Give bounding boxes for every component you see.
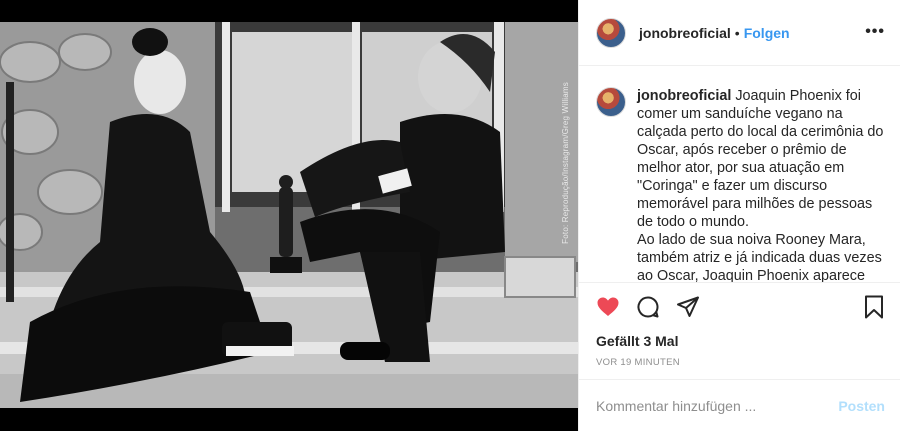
action-icons-row (596, 295, 886, 321)
bookmark-icon[interactable] (862, 295, 886, 319)
caption-text: jonobreoficial Joaquin Phoenix foi comer… (637, 87, 885, 282)
post-header: jonobreoficial • Folgen ••• (579, 0, 900, 66)
post-media[interactable]: Foto: Reprodução/Instagram/Greg Williams (0, 0, 578, 431)
more-options-icon[interactable]: ••• (865, 24, 885, 40)
post-photo[interactable]: Foto: Reprodução/Instagram/Greg Williams (0, 22, 578, 408)
caption-username[interactable]: jonobreoficial (637, 88, 731, 104)
post-side-panel: jonobreoficial • Folgen ••• jonobreofici… (578, 0, 900, 431)
paper-plane-icon[interactable] (676, 295, 700, 319)
post-timestamp[interactable]: VOR 19 MINUTEN (596, 357, 680, 368)
caption-body-2: Ao lado de sua noiva Rooney Mara, também… (637, 232, 882, 282)
comment-bar: Posten (579, 379, 900, 431)
follow-button[interactable]: Folgen (744, 25, 790, 41)
comment-input[interactable] (596, 397, 839, 414)
comment-icon[interactable] (636, 295, 660, 319)
header-separator: • (734, 24, 740, 41)
heart-icon[interactable] (596, 295, 620, 319)
caption-body-1: Joaquin Phoenix foi comer um sanduíche v… (637, 88, 884, 230)
photo-illustration (0, 22, 578, 408)
author-username[interactable]: jonobreoficial (639, 25, 731, 41)
post-actions: Gefällt 3 Mal VOR 19 MINUTEN (579, 282, 900, 378)
post-caption: jonobreoficial Joaquin Phoenix foi comer… (579, 67, 900, 282)
photo-credit: Foto: Reprodução/Instagram/Greg Williams (561, 82, 570, 244)
caption-author-avatar[interactable] (596, 87, 626, 117)
caption-paragraph-1: jonobreoficial Joaquin Phoenix foi comer… (637, 87, 885, 231)
author-avatar[interactable] (596, 17, 626, 48)
likes-count[interactable]: Gefällt 3 Mal (596, 333, 678, 349)
post-comment-button[interactable]: Posten (838, 398, 885, 414)
